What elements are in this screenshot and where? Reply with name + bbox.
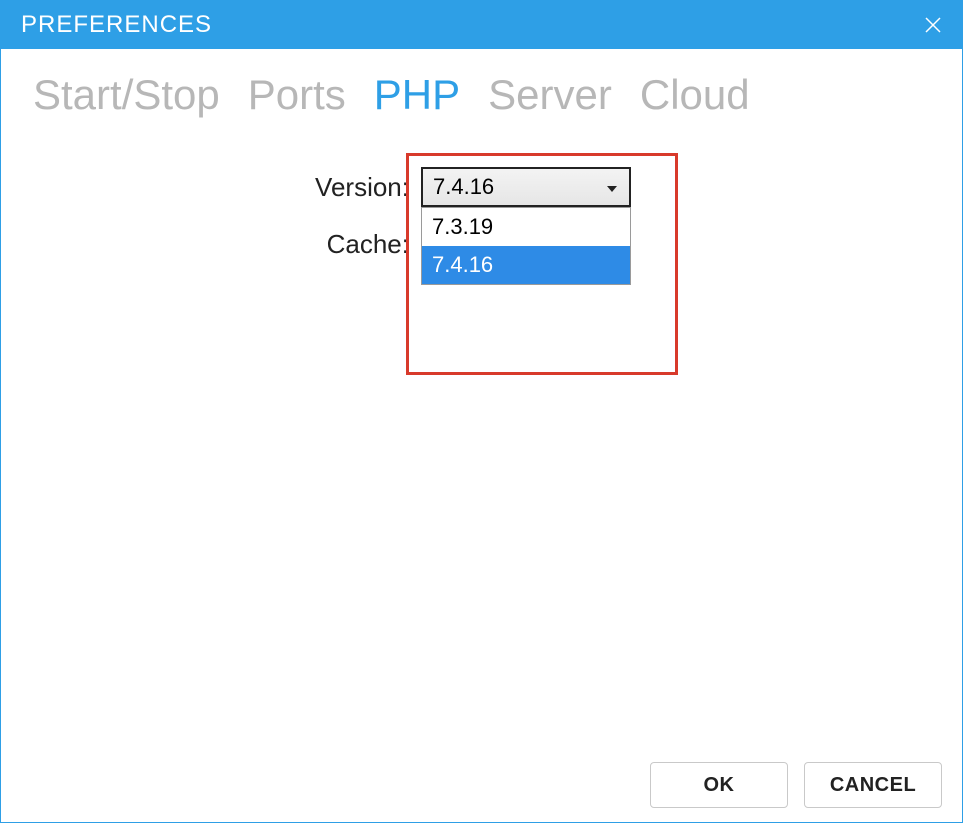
tab-content-php: Version: 7.4.16 7.3.19 7.4.16 Cache: bbox=[1, 119, 962, 260]
dialog-footer: OK CANCEL bbox=[650, 762, 942, 808]
titlebar: PREFERENCES bbox=[1, 1, 962, 49]
version-select-wrap: 7.4.16 7.3.19 7.4.16 bbox=[421, 167, 631, 207]
version-option-0[interactable]: 7.3.19 bbox=[422, 208, 630, 246]
tab-ports[interactable]: Ports bbox=[248, 71, 346, 119]
tab-php[interactable]: PHP bbox=[374, 71, 460, 119]
tab-cloud[interactable]: Cloud bbox=[640, 71, 750, 119]
ok-button[interactable]: OK bbox=[650, 762, 788, 808]
cancel-button[interactable]: CANCEL bbox=[804, 762, 942, 808]
cache-label: Cache: bbox=[1, 229, 421, 260]
version-select[interactable]: 7.4.16 bbox=[421, 167, 631, 207]
preferences-window: PREFERENCES Start/Stop Ports PHP Server … bbox=[0, 0, 963, 823]
close-icon[interactable] bbox=[922, 14, 944, 36]
version-option-1[interactable]: 7.4.16 bbox=[422, 246, 630, 284]
ok-button-label: OK bbox=[704, 774, 735, 797]
tab-start-stop[interactable]: Start/Stop bbox=[33, 71, 220, 119]
version-select-value: 7.4.16 bbox=[433, 174, 494, 200]
version-label: Version: bbox=[1, 172, 421, 203]
tab-bar: Start/Stop Ports PHP Server Cloud bbox=[1, 49, 962, 119]
window-title: PREFERENCES bbox=[21, 11, 212, 39]
chevron-down-icon bbox=[605, 174, 619, 200]
cancel-button-label: CANCEL bbox=[830, 774, 916, 797]
version-dropdown-list: 7.3.19 7.4.16 bbox=[421, 207, 631, 285]
version-row: Version: 7.4.16 7.3.19 7.4.16 bbox=[1, 167, 962, 207]
tab-server[interactable]: Server bbox=[488, 71, 612, 119]
